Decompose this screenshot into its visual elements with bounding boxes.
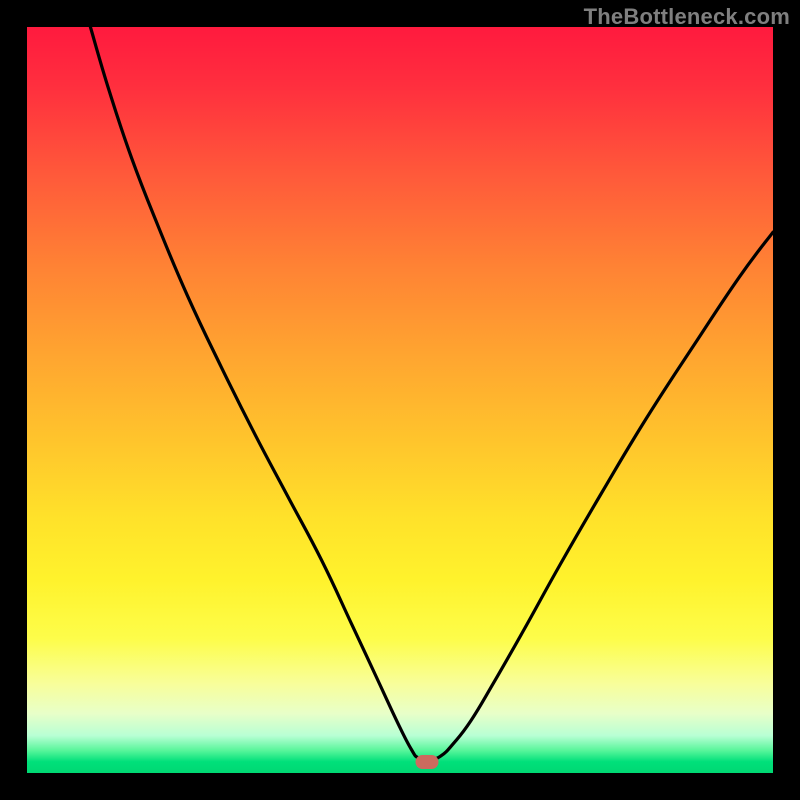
bottleneck-curve [27,27,773,773]
chart-frame: TheBottleneck.com [0,0,800,800]
optimum-marker [415,755,438,769]
plot-area [27,27,773,773]
